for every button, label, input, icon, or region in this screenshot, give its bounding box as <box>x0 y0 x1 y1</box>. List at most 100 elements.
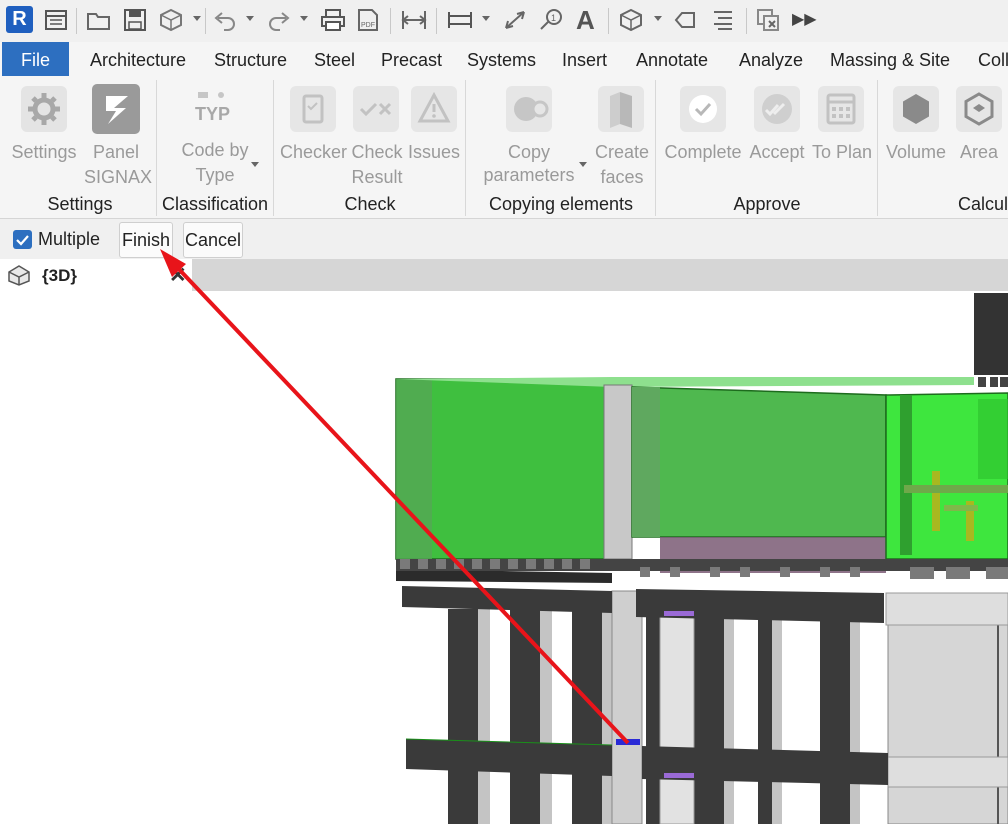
group-copying-label: Copying elements <box>488 194 634 214</box>
measure-icon[interactable] <box>400 8 428 32</box>
export-pdf-icon[interactable]: PDF <box>356 8 380 32</box>
view-tab-3d[interactable]: {3D} ✕ <box>0 259 192 291</box>
tab-steel[interactable]: Steel <box>314 42 355 76</box>
copy-parameters-label-2: parameters <box>483 165 575 185</box>
panel-signax-label-2: SIGNAX <box>84 167 153 187</box>
chevron-down-icon[interactable] <box>193 16 201 21</box>
tab-architecture[interactable]: Architecture <box>90 42 186 76</box>
check-result-label-1: Check <box>351 142 403 162</box>
3d-viewport[interactable] <box>0 291 1008 824</box>
panel-divider <box>877 80 878 216</box>
svg-text:PDF: PDF <box>361 22 375 29</box>
gear-icon[interactable] <box>21 86 67 132</box>
3d-house-icon <box>8 265 30 286</box>
tab-precast[interactable]: Precast <box>381 42 442 76</box>
copy-parameters-icon[interactable] <box>506 86 552 132</box>
close-hidden-windows-icon[interactable] <box>756 8 782 32</box>
area-icon[interactable] <box>956 86 1002 132</box>
group-classification-label: Classification <box>161 194 269 214</box>
sync-icon[interactable] <box>158 8 184 32</box>
code-by-type-label-2: Type <box>195 165 235 185</box>
revit-logo-letter: R <box>12 8 27 30</box>
cancel-button[interactable]: Cancel <box>183 222 243 258</box>
tab-massing-site[interactable]: Massing & Site <box>830 42 950 76</box>
panel-signax-label-1: Panel <box>92 142 140 162</box>
group-calculation-label: Calcula <box>958 194 1008 214</box>
tab-systems[interactable]: Systems <box>467 42 536 76</box>
ribbon-tabs: File Architecture Structure Steel Precas… <box>0 42 1008 76</box>
panel-divider <box>465 80 466 216</box>
check-result-label-2: Result <box>351 167 403 187</box>
ribbon-panel: Settings Panel SIGNAX Settings TYP Code … <box>0 76 1008 219</box>
checker-label[interactable]: Checker <box>280 140 347 165</box>
checker-icon[interactable] <box>290 86 336 132</box>
signax-panel-icon[interactable] <box>92 84 140 134</box>
tab-structure[interactable]: Structure <box>214 42 287 76</box>
thin-lines-icon[interactable] <box>710 8 736 32</box>
volume-label[interactable]: Volume <box>880 140 952 165</box>
3d-model-render <box>395 293 1008 824</box>
toolbar-separator <box>436 8 437 34</box>
3d-view-icon[interactable] <box>618 8 644 32</box>
open-folder-icon[interactable] <box>86 8 112 32</box>
chevron-down-icon[interactable] <box>579 162 587 167</box>
create-faces-label-2: faces <box>600 167 644 187</box>
undo-icon[interactable] <box>212 8 238 32</box>
tab-collaborate[interactable]: Coll <box>978 42 1008 76</box>
code-by-type-icon[interactable]: TYP <box>190 88 238 132</box>
create-faces-label-1: Create <box>594 142 650 162</box>
options-bar: Multiple Finish Cancel <box>0 219 1008 259</box>
chevron-down-icon[interactable] <box>482 16 490 21</box>
complete-icon[interactable] <box>680 86 726 132</box>
code-by-type-label-1[interactable]: Code by <box>172 138 258 163</box>
overflow-chevron-icon[interactable]: ▶▶ <box>792 9 817 29</box>
spot-dimension-icon[interactable] <box>502 8 528 32</box>
toolbar-separator <box>205 8 206 34</box>
create-faces-icon[interactable] <box>598 86 644 132</box>
to-plan-label[interactable]: To Plan <box>810 140 874 165</box>
copy-parameters-label-1: Copy <box>507 142 551 162</box>
multiple-label[interactable]: Multiple <box>38 229 100 250</box>
save-icon[interactable] <box>123 8 147 32</box>
text-icon[interactable]: A <box>576 6 595 34</box>
tab-file[interactable]: File <box>2 42 69 76</box>
panel-divider <box>655 80 656 216</box>
print-icon[interactable] <box>320 8 346 32</box>
toolbar-separator <box>746 8 747 34</box>
aligned-dimension-icon[interactable] <box>446 8 474 32</box>
view-tab-label: {3D} <box>42 266 77 285</box>
chevron-down-icon[interactable] <box>246 16 254 21</box>
finish-button[interactable]: Finish <box>119 222 173 258</box>
settings-button-label[interactable]: Settings <box>10 140 78 165</box>
toolbar-separator <box>76 8 77 34</box>
close-icon[interactable]: ✕ <box>169 263 187 288</box>
check-result-icon[interactable] <box>353 86 399 132</box>
app-menu-icon[interactable] <box>44 8 68 32</box>
tag-icon[interactable]: 1 <box>538 8 564 32</box>
area-label[interactable]: Area <box>954 140 1004 165</box>
section-icon[interactable] <box>672 8 698 32</box>
volume-icon[interactable] <box>893 86 939 132</box>
complete-label[interactable]: Complete <box>662 140 744 165</box>
chevron-down-icon[interactable] <box>251 162 259 167</box>
accept-label[interactable]: Accept <box>746 140 808 165</box>
quick-access-toolbar: R PDF 1 A ▶▶ <box>0 0 1008 42</box>
panel-divider <box>273 80 274 216</box>
revit-logo[interactable]: R <box>6 6 33 33</box>
tab-analyze[interactable]: Analyze <box>739 42 803 76</box>
tab-annotate[interactable]: Annotate <box>636 42 708 76</box>
calendar-icon[interactable] <box>818 86 864 132</box>
group-settings-label: Settings <box>47 194 113 214</box>
toolbar-separator <box>390 8 391 34</box>
issues-label: Issues <box>407 142 461 162</box>
multiple-checkbox[interactable] <box>13 230 32 249</box>
redo-icon[interactable] <box>266 8 292 32</box>
chevron-down-icon[interactable] <box>654 16 662 21</box>
warning-icon[interactable] <box>411 86 457 132</box>
accept-icon[interactable] <box>754 86 800 132</box>
tab-insert[interactable]: Insert <box>562 42 607 76</box>
chevron-down-icon[interactable] <box>300 16 308 21</box>
group-approve-label: Approve <box>733 194 801 214</box>
toolbar-separator <box>608 8 609 34</box>
group-check-label: Check <box>344 194 396 214</box>
